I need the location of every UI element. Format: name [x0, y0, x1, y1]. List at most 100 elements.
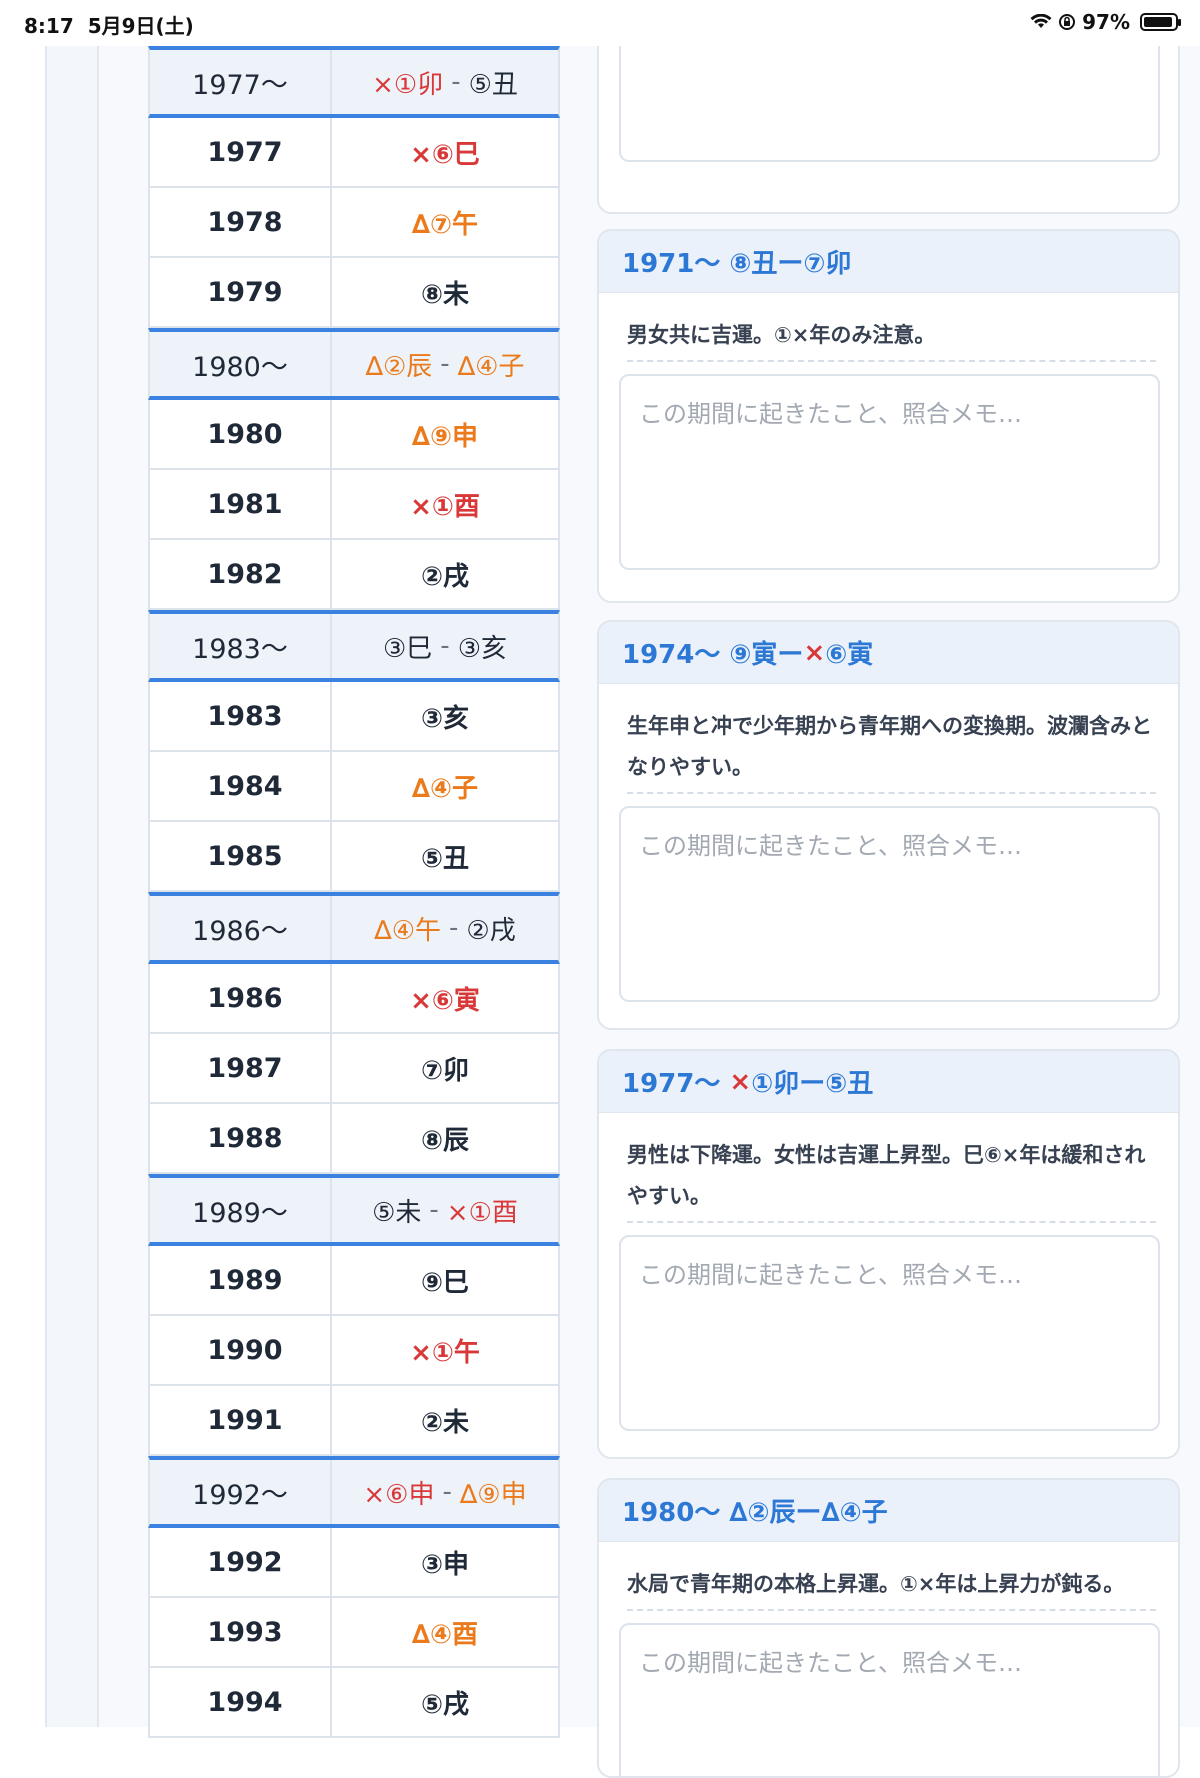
year-cell: 1978	[150, 188, 332, 256]
card-body: 男女共に吉運。①×年のみ注意。	[599, 293, 1178, 362]
table-row: 1977 ×⑥巳	[148, 118, 560, 188]
heading-part: ⑧丑ー⑦卯	[729, 249, 852, 279]
fortune-value: ×①酉	[410, 491, 480, 522]
card-description: 男女共に吉運。①×年のみ注意。	[627, 315, 1156, 362]
memo-textarea[interactable]: この期間に起きたこと、照合メモ…	[619, 1235, 1160, 1431]
fortune-value: ⑦卯	[420, 1055, 469, 1086]
fortune-value: ∆②辰	[365, 351, 433, 382]
heading-part: 1974〜	[622, 640, 730, 670]
fortune-value: ×⑥寅	[410, 985, 480, 1016]
status-bar: 8:17 5月9日(土) 97%	[0, 0, 1200, 46]
fortune-value: ⑧辰	[420, 1125, 469, 1156]
table-row: 1991 ②未	[148, 1386, 560, 1456]
table-row: 1984 ∆④子	[148, 752, 560, 822]
memo-placeholder: この期間に起きたこと、照合メモ…	[639, 1261, 1023, 1289]
fortune-value: ②戌	[420, 561, 469, 592]
fortune-cell: ⑧辰	[332, 1104, 558, 1172]
memo-textarea[interactable]: この期間に起きたこと、照合メモ…	[619, 374, 1160, 570]
fortune-cell: ×①午	[332, 1316, 558, 1384]
fortune-cell: ⑦卯	[332, 1034, 558, 1102]
period-card: 1977〜 × ①卯ー⑤丑男性は下降運。女性は吉運上昇型。巳⑥×年は緩和されやすい…	[597, 1049, 1180, 1459]
fortune-value: ⑤丑	[468, 69, 518, 100]
table-row: 1980 ∆⑨申	[148, 400, 560, 470]
battery-percent: 97%	[1082, 10, 1130, 34]
range-separator: -	[451, 67, 461, 97]
year-cell: 1986	[150, 964, 332, 1032]
fortune-value: ⑤未	[372, 1197, 422, 1228]
heading-part: 1977〜	[622, 1069, 730, 1099]
table-row: 1989 ⑨巳	[148, 1246, 560, 1316]
range-separator: -	[440, 631, 450, 661]
fortune-value: ③巳	[382, 633, 433, 664]
fortune-value: ⑤丑	[420, 843, 469, 874]
fortune-value: ③亥	[457, 633, 507, 664]
year-cell: 1984	[150, 752, 332, 820]
year-cell: 1991	[150, 1386, 332, 1454]
heading-part: ①卯ー⑤丑	[751, 1069, 874, 1099]
fortune-cell: ∆②辰 - ∆④子	[332, 332, 558, 396]
fortune-cell: ⑧未	[332, 258, 558, 326]
fortune-table: 1977〜 ×①卯 - ⑤丑 1977 ×⑥巳 1978 ∆⑦午 1979 ⑧未 1980〜 ∆②辰 -…	[148, 46, 560, 1738]
card-description: 水局で青年期の本格上昇運。①×年は上昇力が鈍る。	[627, 1564, 1156, 1611]
table-group-row: 1992〜 ×⑥申 - ∆⑨申	[148, 1456, 560, 1528]
table-group-row: 1986〜 ∆④午 - ②戌	[148, 892, 560, 964]
fortune-value: ②戌	[466, 915, 516, 946]
table-row: 1983 ③亥	[148, 682, 560, 752]
card-body: 水局で青年期の本格上昇運。①×年は上昇力が鈍る。	[599, 1542, 1178, 1611]
period-card: 1980〜 ∆②辰ー∆④子水局で青年期の本格上昇運。①×年は上昇力が鈍る。この期…	[597, 1478, 1180, 1778]
memo-textarea[interactable]: この期間に起きたこと、照合メモ…	[619, 1623, 1160, 1776]
heading-part: 1980〜	[622, 1498, 730, 1528]
fortune-value: ③亥	[420, 703, 469, 734]
year-cell: 1977	[150, 118, 332, 186]
heading-part: ×	[729, 1066, 752, 1097]
card-heading: 1980〜 ∆②辰ー∆④子	[599, 1480, 1178, 1542]
fortune-value: ×①酉	[446, 1197, 518, 1228]
table-row: 1993 ∆④酉	[148, 1598, 560, 1668]
table-row: 1981 ×①酉	[148, 470, 560, 540]
fortune-value: ∆④酉	[411, 1619, 479, 1650]
table-row: 1990 ×①午	[148, 1316, 560, 1386]
card-description: 男性は下降運。女性は吉運上昇型。巳⑥×年は緩和されやすい。	[627, 1135, 1156, 1223]
fortune-cell: ③巳 - ③亥	[332, 614, 558, 678]
heading-part: ∆②辰ー∆④子	[729, 1498, 888, 1528]
fortune-cell: ×⑥寅	[332, 964, 558, 1032]
heading-part: ⑨寅ー	[729, 640, 804, 670]
memo-textarea[interactable]: この期間に起きたこと、照合メモ…	[619, 806, 1160, 1002]
year-cell: 1979	[150, 258, 332, 326]
table-row: 1982 ②戌	[148, 540, 560, 610]
fortune-cell: ③亥	[332, 682, 558, 750]
table-row: 1987 ⑦卯	[148, 1034, 560, 1104]
status-time: 8:17 5月9日(土)	[24, 14, 194, 38]
fortune-cell: ③申	[332, 1528, 558, 1596]
memo-placeholder: この期間に起きたこと、照合メモ…	[639, 832, 1023, 860]
card-body: 生年申と冲で少年期から青年期への変換期。波瀾含みとなりやすい。	[599, 684, 1178, 794]
year-cell: 1989	[150, 1246, 332, 1314]
fortune-value: ×①卯	[372, 69, 444, 100]
table-row: 1986 ×⑥寅	[148, 964, 560, 1034]
fortune-cell: ×⑥申 - ∆⑨申	[332, 1460, 558, 1524]
table-group-row: 1983〜 ③巳 - ③亥	[148, 610, 560, 682]
table-row: 1978 ∆⑦午	[148, 188, 560, 258]
year-cell: 1985	[150, 822, 332, 890]
fortune-value: ∆④子	[411, 773, 479, 804]
fortune-cell: ×①卯 - ⑤丑	[332, 50, 558, 114]
card-heading: 1974〜 ⑨寅ー × ⑥寅	[599, 622, 1178, 684]
year-cell: 1982	[150, 540, 332, 608]
table-group-row: 1989〜 ⑤未 - ×①酉	[148, 1174, 560, 1246]
range-separator: -	[442, 1477, 452, 1507]
period-card: 1971〜 ⑧丑ー⑦卯 男女共に吉運。①×年のみ注意。 この期間に起きたこと、照合メ…	[597, 229, 1180, 603]
wifi-icon	[1030, 14, 1052, 28]
status-right: 97%	[1030, 10, 1181, 34]
year-cell: 1986〜	[150, 896, 332, 960]
fortune-value: ⑨巳	[420, 1267, 469, 1298]
fortune-value: ∆⑨申	[459, 1479, 527, 1510]
table-row: 1985 ⑤丑	[148, 822, 560, 892]
fortune-cell: ⑤丑	[332, 822, 558, 890]
fortune-value: ③申	[420, 1549, 469, 1580]
range-separator: -	[440, 349, 450, 379]
memo-placeholder: この期間に起きたこと、照合メモ…	[639, 400, 1023, 428]
year-cell: 1987	[150, 1034, 332, 1102]
table-row: 1979 ⑧未	[148, 258, 560, 328]
fortune-cell: ⑤未 - ×①酉	[332, 1178, 558, 1242]
fortune-value: ∆④午	[374, 915, 441, 946]
